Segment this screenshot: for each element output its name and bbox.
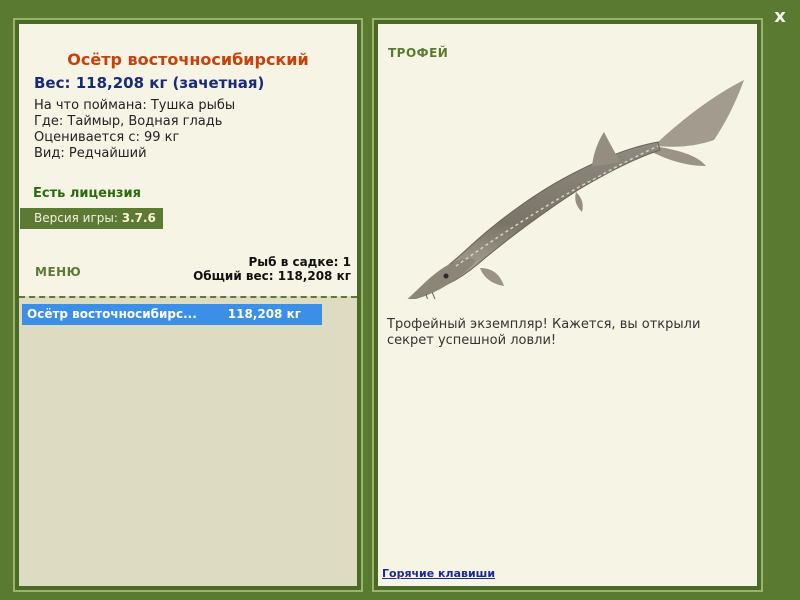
version-value: 3.7.6	[121, 211, 156, 225]
detail-location: Где: Таймыр, Водная гладь	[34, 114, 223, 129]
fish-weight: Вес: 118,208 кг (зачетная)	[34, 74, 265, 92]
game-window: x Осётр восточносибирский Вес: 118,208 к…	[0, 0, 800, 600]
fish-details: На что поймана: Тушка рыбы Где: Таймыр, …	[34, 98, 235, 162]
sturgeon-image	[407, 80, 744, 299]
catch-item-name: Осётр восточносибирс...	[27, 307, 197, 321]
game-version-badge: Версия игры: 3.7.6	[20, 208, 163, 229]
close-button[interactable]: x	[770, 6, 790, 28]
catch-list-item[interactable]: Осётр восточносибирс... 118,208 кг	[22, 304, 322, 325]
version-label: Версия игры:	[34, 211, 122, 225]
catch-info-panel: Осётр восточносибирский Вес: 118,208 кг …	[13, 18, 363, 592]
trophy-panel: ТРОФЕЙ Трофейный экземпляр! Кажется, вы …	[372, 18, 763, 592]
trophy-description: Трофейный экземпляр! Кажется, вы открыли…	[387, 317, 701, 348]
fish-count: Рыб в садке: 1	[248, 255, 352, 269]
catch-item-weight: 118,208 кг	[227, 307, 301, 321]
fish-title: Осётр восточносибирский	[67, 50, 309, 69]
dashed-divider	[19, 296, 357, 298]
license-status: Есть лицензия	[33, 186, 141, 201]
detail-trophy-threshold: Оценивается с: 99 кг	[34, 130, 180, 145]
catch-list-area	[19, 296, 357, 586]
total-weight: Общий вес: 118,208 кг	[193, 269, 351, 283]
trophy-content: ТРОФЕЙ Трофейный экземпляр! Кажется, вы …	[378, 24, 757, 586]
catch-info-content: Осётр восточносибирский Вес: 118,208 кг …	[19, 24, 357, 586]
hotkeys-link[interactable]: Горячие клавиши	[382, 567, 495, 580]
menu-button[interactable]: МЕНЮ	[35, 265, 81, 279]
detail-rarity: Вид: Редчайший	[34, 146, 147, 161]
detail-bait: На что поймана: Тушка рыбы	[34, 98, 236, 113]
keepnet-stats: Рыб в садке: 1 Общий вес: 118,208 кг	[193, 255, 351, 283]
